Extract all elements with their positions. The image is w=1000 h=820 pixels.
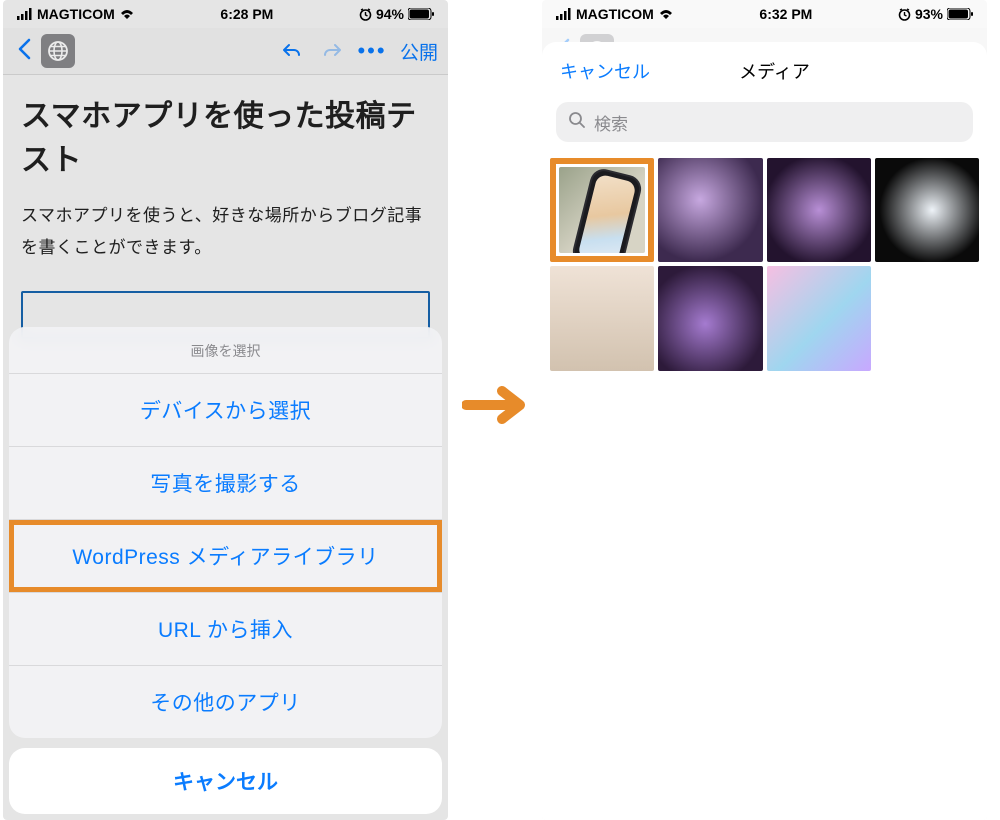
media-thumb-amethyst-2[interactable] [767, 158, 871, 262]
media-search-input[interactable]: 検索 [556, 102, 973, 142]
status-bar: MAGTICOM 6:32 PM 93% [542, 0, 987, 28]
arrow-right-icon [457, 380, 537, 430]
battery-percent: 93% [915, 6, 943, 22]
media-thumb-crystal-white[interactable] [875, 158, 979, 262]
image-source-action-sheet: 画像を選択 デバイスから選択 写真を撮影する WordPress メディアライブ… [9, 327, 442, 814]
signal-icon [556, 8, 572, 20]
search-placeholder: 検索 [594, 110, 628, 135]
action-choose-from-device[interactable]: デバイスから選択 [9, 373, 442, 446]
phone-screenshot-right: MAGTICOM 6:32 PM 93% [542, 0, 987, 820]
action-take-photo[interactable]: 写真を撮影する [9, 446, 442, 519]
action-sheet-title: 画像を選択 [9, 327, 442, 373]
media-thumb-phone[interactable] [550, 158, 654, 262]
search-icon [568, 111, 586, 134]
media-library-panel: キャンセル メディア 検索 [542, 42, 987, 820]
media-thumb-amethyst-1[interactable] [658, 158, 762, 262]
media-thumb-amethyst-3[interactable] [658, 266, 762, 370]
action-sheet-cancel[interactable]: キャンセル [9, 748, 442, 814]
carrier-label: MAGTICOM [576, 6, 654, 22]
media-grid [542, 158, 987, 371]
media-nav-bar: キャンセル メディア [542, 48, 987, 92]
battery-icon [947, 8, 973, 20]
clock: 6:32 PM [759, 6, 812, 22]
action-insert-from-url[interactable]: URL から挿入 [9, 592, 442, 665]
alarm-icon [898, 8, 911, 21]
media-title: メディア [580, 58, 969, 84]
action-other-apps[interactable]: その他のアプリ [9, 665, 442, 738]
action-wordpress-media-library[interactable]: WordPress メディアライブラリ [9, 519, 442, 592]
media-thumb-pink-blue-crystal[interactable] [767, 266, 871, 370]
media-thumb-statue-bokeh[interactable] [550, 266, 654, 370]
wifi-icon [658, 8, 674, 20]
phone-screenshot-left: MAGTICOM 6:28 PM 94% [3, 0, 448, 820]
